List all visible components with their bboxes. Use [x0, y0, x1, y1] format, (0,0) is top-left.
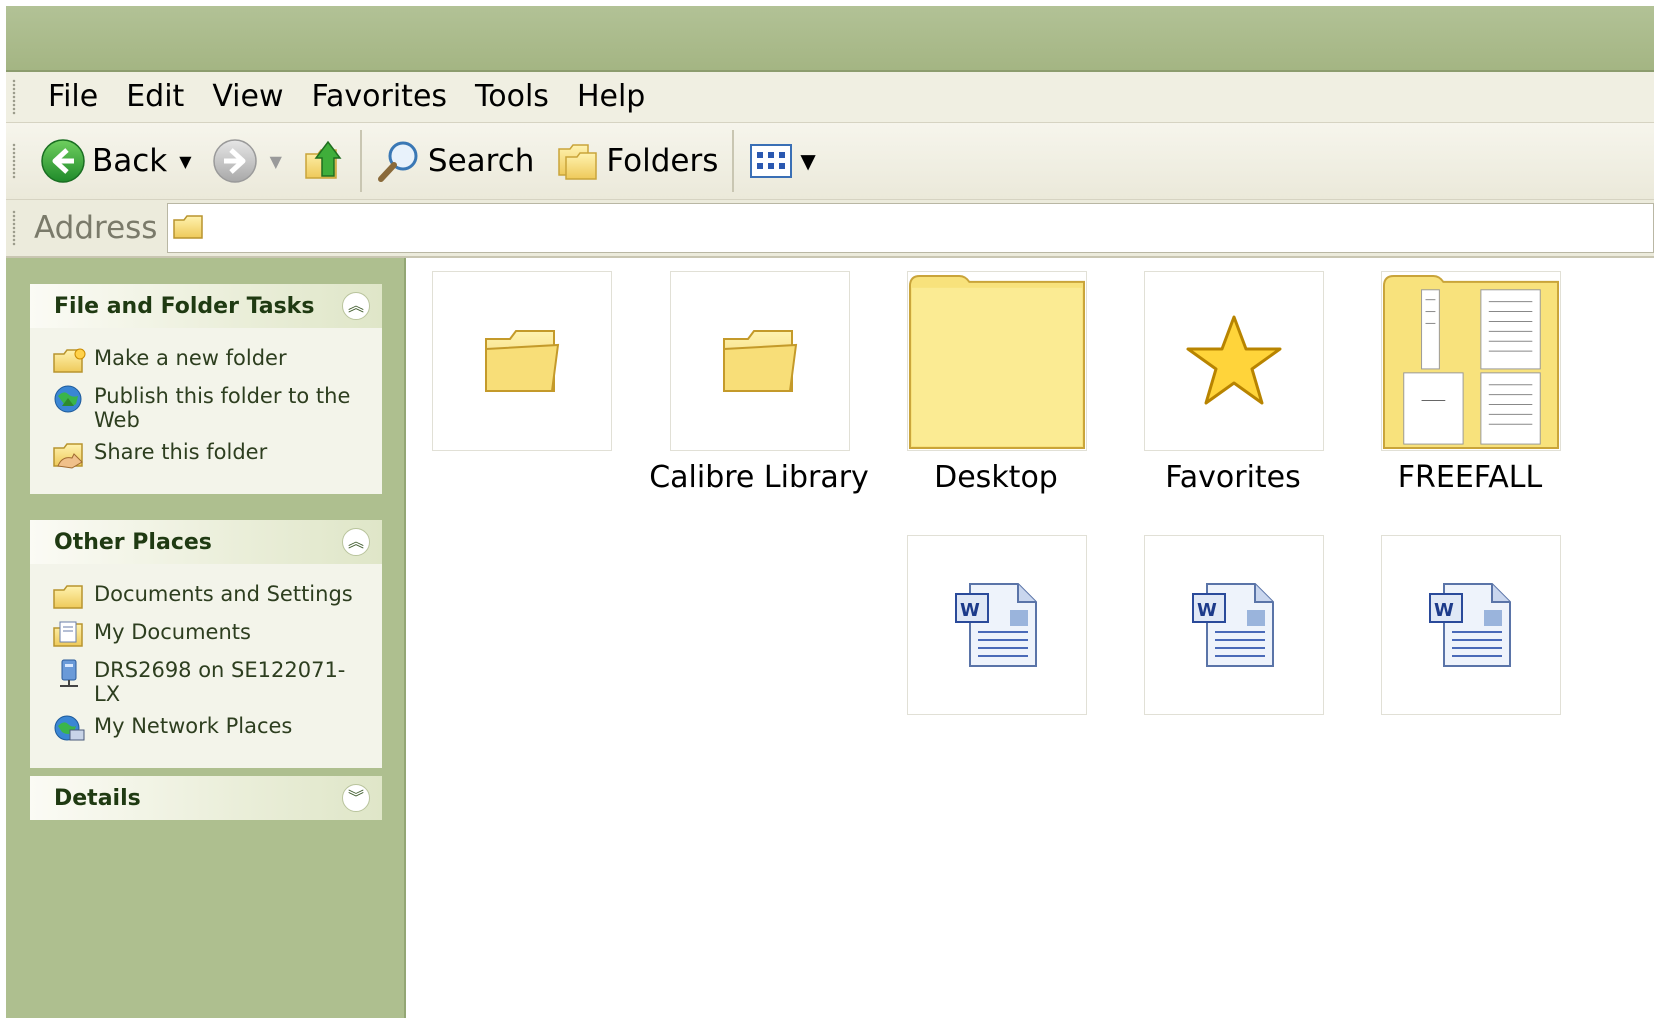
word-document-icon: W — [955, 583, 1037, 667]
file-item-word-document[interactable]: W — [1144, 535, 1324, 715]
my-documents-icon — [53, 621, 83, 647]
file-label[interactable]: Calibre Library — [639, 460, 879, 495]
file-item-favorites[interactable] — [1144, 271, 1324, 451]
forward-dropdown-icon[interactable]: ▼ — [270, 152, 282, 171]
place-label[interactable]: DRS2698 on SE122071-LX — [94, 658, 354, 706]
file-label[interactable]: FREEFALL — [1350, 460, 1590, 495]
details-panel: Details ︾ — [30, 776, 382, 820]
task-label[interactable]: Make a new folder — [94, 346, 354, 370]
toolbar-grip[interactable] — [12, 143, 16, 179]
svg-text:W: W — [960, 600, 980, 621]
word-document-icon: W — [1192, 583, 1274, 667]
address-bar: Address — [6, 200, 1654, 258]
toolbar-grip[interactable] — [12, 210, 16, 246]
file-item-calibre-library[interactable] — [670, 271, 850, 451]
folder-preview-icon — [1382, 274, 1560, 450]
word-document-icon: W — [1429, 583, 1511, 667]
task-share-folder[interactable]: Share this folder — [52, 440, 382, 470]
large-folder-icon — [908, 274, 1086, 450]
svg-text:W: W — [1434, 600, 1454, 621]
standard-toolbar: Back ▼ ▼ Search Folders ▼ — [6, 123, 1654, 200]
address-label: Address — [34, 210, 158, 246]
file-folder-tasks-panel: File and Folder Tasks ︽ Make a new folde… — [30, 284, 382, 494]
address-field[interactable] — [167, 203, 1654, 253]
network-places-icon — [54, 715, 85, 741]
star-icon — [1186, 315, 1282, 405]
file-item-freefall[interactable] — [1381, 271, 1561, 451]
menu-favorites[interactable]: Favorites — [298, 72, 462, 122]
file-item-desktop[interactable] — [907, 271, 1087, 451]
back-dropdown-icon[interactable]: ▼ — [179, 152, 191, 171]
folder-icon — [485, 330, 560, 392]
place-network-drive[interactable]: DRS2698 on SE122071-LX — [52, 658, 382, 706]
task-publish-web[interactable]: Publish this folder to the Web — [52, 384, 382, 432]
folder-icon — [173, 215, 204, 239]
collapse-chevron-icon[interactable]: ︽ — [342, 292, 370, 320]
panel-body: Make a new folder Publish this folder to… — [30, 328, 382, 494]
menu-help[interactable]: Help — [563, 72, 659, 122]
folder-icon — [723, 330, 798, 392]
svg-text:W: W — [1197, 600, 1217, 621]
new-folder-icon — [53, 348, 86, 373]
panel-header[interactable]: Other Places ︽ — [30, 520, 382, 564]
menu-view[interactable]: View — [198, 72, 297, 122]
place-my-documents[interactable]: My Documents — [52, 620, 382, 650]
file-view: Calibre Library Desktop Favorites FREEFA… — [406, 258, 1654, 1018]
up-folder-button[interactable] — [296, 131, 352, 191]
share-folder-icon — [53, 443, 83, 469]
back-arrow-icon — [41, 139, 85, 183]
folder-icon — [53, 585, 83, 609]
folders-button[interactable]: Folders — [550, 131, 724, 191]
panel-body: Documents and Settings My Documents DRS2… — [30, 564, 382, 768]
search-button[interactable]: Search — [370, 131, 541, 191]
menu-bar: File Edit View Favorites Tools Help — [6, 72, 1654, 123]
views-icon — [750, 144, 793, 178]
menu-tools[interactable]: Tools — [461, 72, 563, 122]
task-new-folder[interactable]: Make a new folder — [52, 346, 382, 376]
file-label[interactable]: Favorites — [1113, 460, 1353, 495]
publish-web-icon — [54, 385, 82, 413]
place-label[interactable]: Documents and Settings — [94, 582, 354, 606]
forward-button[interactable] — [206, 131, 264, 191]
file-item-word-document[interactable]: W — [907, 535, 1087, 715]
place-network-places[interactable]: My Network Places — [52, 714, 382, 744]
panel-header[interactable]: File and Folder Tasks ︽ — [30, 284, 382, 328]
task-pane: File and Folder Tasks ︽ Make a new folde… — [6, 258, 406, 1018]
toolbar-grip[interactable] — [12, 79, 16, 115]
explorer-window: File Edit View Favorites Tools Help Back… — [6, 6, 1654, 1018]
expand-chevron-icon[interactable]: ︾ — [342, 784, 370, 812]
other-places-panel: Other Places ︽ Documents and Settings My… — [30, 520, 382, 768]
task-label[interactable]: Publish this folder to the Web — [94, 384, 354, 432]
toolbar-separator — [732, 130, 735, 192]
task-label[interactable]: Share this folder — [94, 440, 354, 464]
search-label: Search — [427, 143, 535, 179]
collapse-chevron-icon[interactable]: ︽ — [342, 528, 370, 556]
menu-file[interactable]: File — [34, 72, 112, 122]
forward-arrow-icon — [212, 139, 257, 183]
search-icon — [377, 141, 418, 182]
folders-icon — [558, 144, 598, 180]
panel-title: Details — [54, 785, 141, 811]
place-label[interactable]: My Documents — [94, 620, 354, 644]
title-bar[interactable] — [6, 6, 1654, 72]
folders-label: Folders — [606, 143, 719, 179]
toolbar-separator — [359, 130, 362, 192]
views-dropdown-icon[interactable]: ▼ — [800, 149, 815, 173]
back-button[interactable]: Back — [34, 131, 173, 191]
file-item-folder[interactable] — [432, 271, 612, 451]
place-documents-settings[interactable]: Documents and Settings — [52, 582, 382, 612]
back-label: Back — [92, 143, 168, 179]
views-button[interactable]: ▼ — [742, 131, 821, 191]
place-label[interactable]: My Network Places — [94, 714, 354, 738]
file-label[interactable]: Desktop — [876, 460, 1116, 495]
panel-title: Other Places — [54, 529, 212, 555]
panel-header[interactable]: Details ︾ — [30, 776, 382, 820]
file-item-word-document[interactable]: W — [1381, 535, 1561, 715]
network-drive-icon — [60, 659, 78, 687]
up-folder-icon — [305, 140, 342, 179]
menu-edit[interactable]: Edit — [112, 72, 198, 122]
panel-title: File and Folder Tasks — [54, 293, 315, 319]
